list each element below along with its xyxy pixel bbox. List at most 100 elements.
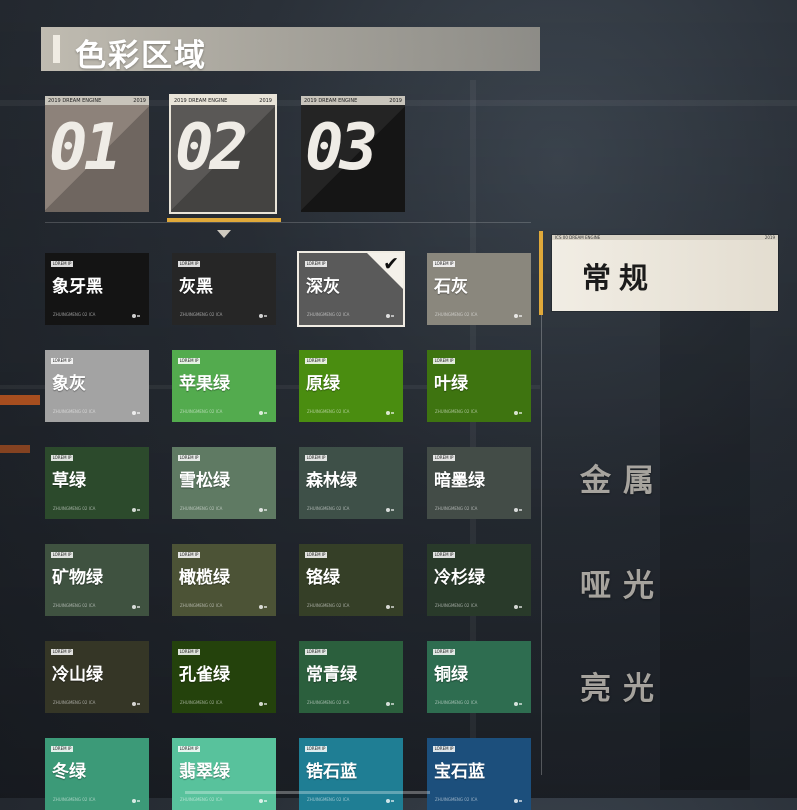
swatch-badge-icon bbox=[132, 314, 140, 318]
swatch-badge-icon bbox=[259, 411, 267, 415]
page-title: 色彩区域 bbox=[75, 38, 207, 74]
caret-down-icon bbox=[217, 230, 231, 238]
color-swatch[interactable]: LOREM IP 宝石蓝 ZHUINGMENG 02 ICA bbox=[427, 738, 531, 810]
swatch-subtitle: ZHUINGMENG 02 ICA bbox=[307, 312, 350, 317]
swatch-badge-icon bbox=[386, 411, 394, 415]
scroll-indicator[interactable] bbox=[185, 791, 430, 794]
tab-number: 03 bbox=[305, 111, 378, 185]
swatch-badge-icon bbox=[259, 799, 267, 803]
swatch-tag: LOREM IP bbox=[178, 455, 200, 461]
swatch-badge-icon bbox=[386, 799, 394, 803]
swatch-tag: LOREM IP bbox=[433, 261, 455, 267]
tab-strip: 2019 DREAM ENGINE 2019 bbox=[171, 96, 275, 105]
header-accent-bar bbox=[53, 35, 60, 63]
swatch-name: 铜绿 bbox=[434, 665, 468, 685]
swatch-subtitle: ZHUINGMENG 02 ICA bbox=[180, 312, 223, 317]
swatch-badge-icon bbox=[132, 799, 140, 803]
swatch-name: 矿物绿 bbox=[52, 568, 103, 588]
swatch-tag: LOREM IP bbox=[305, 455, 327, 461]
category-tab-regular[interactable]: ICS 00 DREAM ENGINE 2019 常规 bbox=[552, 235, 778, 311]
color-swatch[interactable]: LOREM IP 孔雀绿 ZHUINGMENG 02 ICA bbox=[172, 641, 276, 713]
swatch-badge-icon bbox=[132, 508, 140, 512]
swatch-badge-icon bbox=[514, 508, 522, 512]
color-swatch[interactable]: LOREM IP 苹果绿 ZHUINGMENG 02 ICA bbox=[172, 350, 276, 422]
swatch-badge-icon bbox=[259, 508, 267, 512]
swatch-badge-icon bbox=[514, 411, 522, 415]
swatch-tag: LOREM IP bbox=[51, 358, 73, 364]
tab-strip-label: 2019 DREAM ENGINE bbox=[304, 97, 358, 104]
color-swatch[interactable]: LOREM IP 橄榄绿 ZHUINGMENG 02 ICA bbox=[172, 544, 276, 616]
swatch-badge-icon bbox=[259, 702, 267, 706]
swatch-tag: LOREM IP bbox=[305, 649, 327, 655]
color-swatch[interactable]: LOREM IP 象灰 ZHUINGMENG 02 ICA bbox=[45, 350, 149, 422]
tab-body: 02 bbox=[171, 105, 275, 212]
swatch-name: 象牙黑 bbox=[52, 277, 103, 297]
swatch-name: 雪松绿 bbox=[179, 471, 230, 491]
swatch-tag: LOREM IP bbox=[178, 649, 200, 655]
tab-strip: 2019 DREAM ENGINE 2019 bbox=[45, 96, 149, 105]
color-swatch[interactable]: LOREM IP 冬绿 ZHUINGMENG 02 ICA bbox=[45, 738, 149, 810]
swatch-tag: LOREM IP bbox=[433, 455, 455, 461]
color-swatch[interactable]: LOREM IP 草绿 ZHUINGMENG 02 ICA bbox=[45, 447, 149, 519]
category-tab-metal[interactable]: 金属 bbox=[580, 455, 666, 500]
tab-number: 02 bbox=[175, 111, 248, 185]
swatch-badge-icon bbox=[132, 702, 140, 706]
category-tab-gloss[interactable]: 亮光 bbox=[580, 663, 666, 708]
swatch-name: 灰黑 bbox=[179, 277, 213, 297]
tabs-divider bbox=[45, 222, 531, 223]
region-tab-02[interactable]: 2019 DREAM ENGINE 2019 02 bbox=[169, 94, 277, 214]
color-swatch[interactable]: LOREM IP 象牙黑 ZHUINGMENG 02 ICA bbox=[45, 253, 149, 325]
swatch-tag: LOREM IP bbox=[51, 552, 73, 558]
color-swatch[interactable]: LOREM IP 原绿 ZHUINGMENG 02 ICA bbox=[299, 350, 403, 422]
swatch-name: 冷山绿 bbox=[52, 665, 103, 685]
color-swatch[interactable]: LOREM IP 锆石蓝 ZHUINGMENG 02 ICA bbox=[299, 738, 403, 810]
swatch-name: 锆石蓝 bbox=[306, 762, 357, 782]
swatch-tag: LOREM IP bbox=[305, 261, 327, 267]
tab-body: 01 bbox=[45, 105, 149, 212]
tab-strip-label: 2019 DREAM ENGINE bbox=[174, 97, 228, 104]
color-swatch[interactable]: LOREM IP 铜绿 ZHUINGMENG 02 ICA bbox=[427, 641, 531, 713]
swatch-name: 孔雀绿 bbox=[179, 665, 230, 685]
category-tab-matte[interactable]: 哑光 bbox=[580, 560, 666, 605]
swatch-badge-icon bbox=[132, 411, 140, 415]
region-tab-01[interactable]: 2019 DREAM ENGINE 2019 01 bbox=[45, 96, 149, 212]
swatch-name: 叶绿 bbox=[434, 374, 468, 394]
color-swatch[interactable]: LOREM IP 常青绿 ZHUINGMENG 02 ICA bbox=[299, 641, 403, 713]
tab-strip-label: 2019 DREAM ENGINE bbox=[48, 97, 102, 104]
swatch-badge-icon bbox=[259, 314, 267, 318]
swatch-subtitle: ZHUINGMENG 02 ICA bbox=[180, 409, 223, 414]
swatch-tag: LOREM IP bbox=[178, 261, 200, 267]
region-tab-03[interactable]: 2019 DREAM ENGINE 2019 03 bbox=[301, 96, 405, 212]
color-swatch[interactable]: LOREM IP 叶绿 ZHUINGMENG 02 ICA bbox=[427, 350, 531, 422]
swatch-tag: LOREM IP bbox=[178, 552, 200, 558]
color-swatch[interactable]: LOREM IP 翡翠绿 ZHUINGMENG 02 ICA bbox=[172, 738, 276, 810]
color-swatch[interactable]: LOREM IP 深灰 ZHUINGMENG 02 ICA ✔ bbox=[297, 251, 405, 327]
swatch-name: 常青绿 bbox=[306, 665, 357, 685]
color-swatch[interactable]: LOREM IP 矿物绿 ZHUINGMENG 02 ICA bbox=[45, 544, 149, 616]
tab-strip: 2019 DREAM ENGINE 2019 bbox=[301, 96, 405, 105]
swatch-badge-icon bbox=[514, 314, 522, 318]
swatch-name: 翡翠绿 bbox=[179, 762, 230, 782]
swatch-tag: LOREM IP bbox=[305, 552, 327, 558]
swatch-badge-icon bbox=[386, 702, 394, 706]
swatch-subtitle: ZHUINGMENG 02 ICA bbox=[307, 409, 350, 414]
swatch-subtitle: ZHUINGMENG 02 ICA bbox=[435, 409, 478, 414]
swatch-subtitle: ZHUINGMENG 02 ICA bbox=[435, 700, 478, 705]
color-swatch[interactable]: LOREM IP 冷杉绿 ZHUINGMENG 02 ICA bbox=[427, 544, 531, 616]
color-swatch[interactable]: LOREM IP 雪松绿 ZHUINGMENG 02 ICA bbox=[172, 447, 276, 519]
swatch-tag: LOREM IP bbox=[178, 358, 200, 364]
swatch-subtitle: ZHUINGMENG 02 ICA bbox=[435, 603, 478, 608]
color-swatch[interactable]: LOREM IP 冷山绿 ZHUINGMENG 02 ICA bbox=[45, 641, 149, 713]
color-swatch[interactable]: LOREM IP 森林绿 ZHUINGMENG 02 ICA bbox=[299, 447, 403, 519]
swatch-name: 冷杉绿 bbox=[434, 568, 485, 588]
swatch-subtitle: ZHUINGMENG 02 ICA bbox=[435, 312, 478, 317]
color-swatch[interactable]: LOREM IP 灰黑 ZHUINGMENG 02 ICA bbox=[172, 253, 276, 325]
color-swatch[interactable]: LOREM IP 石灰 ZHUINGMENG 02 ICA bbox=[427, 253, 531, 325]
color-swatch[interactable]: LOREM IP 铬绿 ZHUINGMENG 02 ICA bbox=[299, 544, 403, 616]
category-label: 常规 bbox=[582, 261, 657, 295]
swatch-name: 草绿 bbox=[52, 471, 86, 491]
category-divider bbox=[541, 315, 542, 775]
swatch-tag: LOREM IP bbox=[433, 552, 455, 558]
color-swatch[interactable]: LOREM IP 暗墨绿 ZHUINGMENG 02 ICA bbox=[427, 447, 531, 519]
swatch-tag: LOREM IP bbox=[305, 746, 327, 752]
